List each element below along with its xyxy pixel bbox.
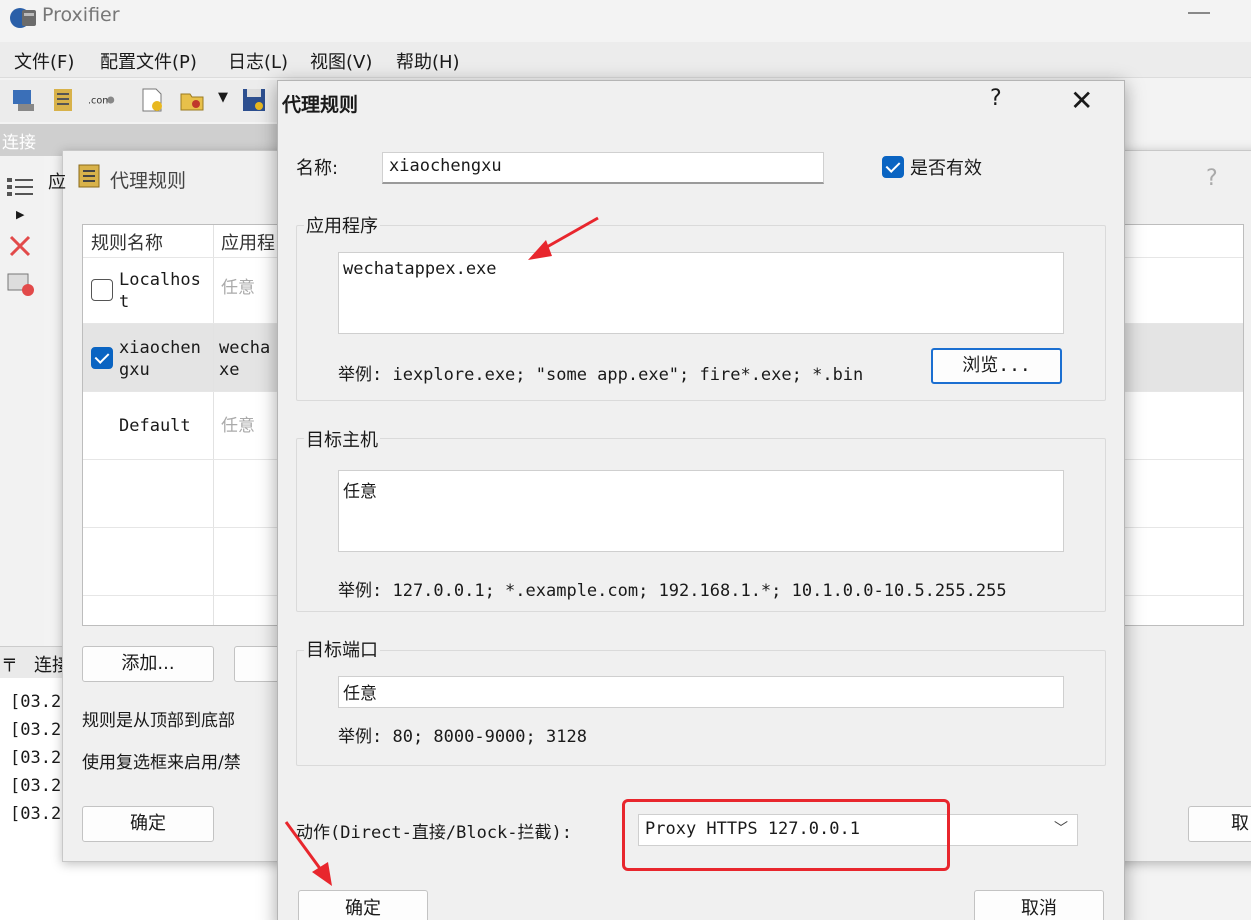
annotation-arrow-icon — [528, 216, 599, 260]
target-ports-group — [296, 650, 1106, 766]
app-title: Proxifier — [42, 4, 120, 26]
rule-application: 任意 — [221, 278, 255, 298]
target-ports-group-title: 目标端口 — [304, 636, 380, 662]
toolbar: .com ▼ — [0, 80, 280, 122]
rule-name: gxu — [119, 360, 150, 380]
rule-enabled-checkbox[interactable] — [91, 347, 113, 369]
target-ports-example: 举例: 80; 8000-9000; 3128 — [338, 727, 587, 747]
menu-file[interactable]: 文件(F) — [14, 48, 74, 74]
log-line: [03.2 — [10, 748, 62, 768]
name-label: 名称: — [296, 158, 339, 179]
menu-bar: 文件(F) 配置文件(P) 日志(L) 视图(V) 帮助(H) — [0, 42, 1251, 78]
side-toolbar: ▶ — [0, 156, 44, 646]
list-view-icon[interactable] — [6, 176, 34, 198]
rules-ok-button[interactable]: 确定 — [82, 806, 214, 842]
rule-application: xe — [219, 360, 240, 380]
minimize-button[interactable] — [1188, 12, 1210, 14]
dropdown-arrow-icon[interactable]: ▼ — [218, 90, 228, 105]
log-line: [03.2 — [10, 776, 62, 796]
target-ports-input[interactable]: 任意 — [338, 676, 1064, 708]
log-line: [03.2 — [10, 720, 62, 740]
disconnect-icon[interactable] — [6, 272, 36, 298]
rules-cancel-button[interactable]: 取 — [1188, 806, 1251, 842]
rule-application: wecha — [219, 338, 271, 358]
target-hosts-input[interactable]: 任意 — [338, 470, 1064, 552]
column-header-rule-name[interactable]: 规则名称 — [91, 229, 163, 255]
rule-name: t — [119, 292, 130, 312]
enabled-checkbox[interactable] — [882, 156, 904, 178]
cancel-button[interactable]: 取消 — [974, 890, 1104, 920]
browse-button[interactable]: 浏览... — [931, 348, 1062, 384]
rule-name-input[interactable]: xiaochengxu — [382, 152, 824, 184]
partial-label: 应 — [48, 172, 66, 193]
target-hosts-example: 举例: 127.0.0.1; *.example.com; 192.168.1.… — [338, 581, 1007, 601]
rules-scroll-icon — [78, 164, 100, 188]
applications-example: 举例: iexplore.exe; "some app.exe"; fire*.… — [338, 365, 864, 385]
menu-help[interactable]: 帮助(H) — [396, 48, 460, 74]
rule-application: 任意 — [221, 416, 255, 436]
title-bar — [0, 0, 1251, 40]
rules-help-button[interactable]: ? — [1206, 166, 1218, 191]
rules-order-note: 规则是从顶部到底部 — [82, 711, 235, 731]
column-header-application[interactable]: 应用程 — [221, 229, 275, 255]
proxy-servers-icon[interactable] — [50, 86, 78, 114]
applications-group-title: 应用程序 — [304, 212, 380, 238]
plug-icon: ╤ — [4, 651, 15, 672]
target-hosts-group-title: 目标主机 — [304, 426, 380, 452]
add-rule-button[interactable]: 添加... — [82, 646, 214, 682]
proxifier-logo-icon — [10, 8, 36, 28]
rule-name: xiaochen — [119, 338, 201, 358]
menu-view[interactable]: 视图(V) — [310, 48, 372, 74]
chevron-down-icon[interactable]: ﹀ — [1054, 818, 1068, 838]
close-icon[interactable]: ✕ — [1070, 84, 1093, 117]
log-line: [03.2 — [10, 804, 62, 824]
log-line: [03.2 — [10, 692, 62, 712]
save-profile-icon[interactable] — [240, 86, 268, 114]
enabled-label: 是否有效 — [910, 158, 982, 179]
rules-checkbox-note: 使用复选框来启用/禁 — [82, 753, 241, 773]
help-button[interactable]: ? — [990, 86, 1002, 111]
rule-name: Localhos — [119, 270, 201, 290]
applications-input[interactable]: wechatappex.exe — [338, 252, 1064, 334]
name-resolution-icon[interactable]: .com — [88, 86, 116, 114]
rules-dialog-title: 代理规则 — [110, 170, 187, 192]
delete-icon[interactable] — [8, 234, 32, 258]
menu-log[interactable]: 日志(L) — [228, 48, 288, 74]
rule-name: Default — [119, 416, 191, 436]
open-profile-icon[interactable] — [178, 86, 206, 114]
new-profile-icon[interactable] — [138, 86, 166, 114]
connections-icon[interactable] — [10, 86, 38, 114]
edit-rule-title: 代理规则 — [282, 94, 359, 116]
ok-button[interactable]: 确定 — [298, 890, 428, 920]
rule-enabled-checkbox[interactable] — [91, 279, 113, 301]
annotation-highlight-box — [622, 799, 950, 871]
menu-profile[interactable]: 配置文件(P) — [100, 48, 197, 74]
expand-arrow-icon[interactable]: ▶ — [16, 208, 24, 221]
annotation-arrow-icon — [284, 821, 332, 886]
connections-header-label: 连接 — [2, 133, 36, 153]
